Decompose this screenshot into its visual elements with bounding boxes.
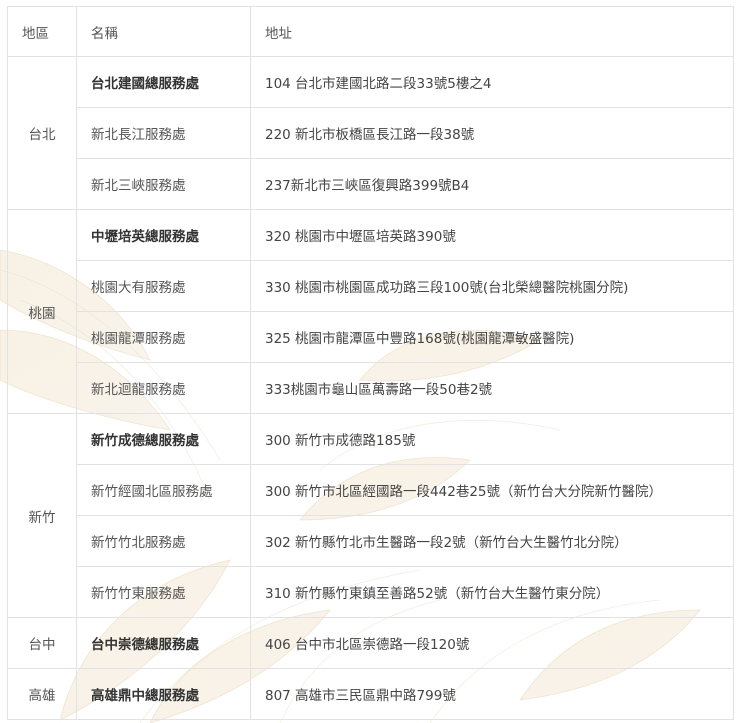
header-name: 名稱 <box>76 6 251 57</box>
office-address: 325 桃園市龍潭區中豐路168號(桃園龍潭敏盛醫院) <box>250 311 734 363</box>
office-address: 220 新北市板橋區長江路一段38號 <box>250 107 734 159</box>
table-row: 新北三峽服務處 237新北市三峽區復興路399號B4 <box>8 158 734 210</box>
service-locations-table: 地區 名稱 地址 台北 台北建國總服務處 104 台北市建國北路二段33號5樓之… <box>7 6 734 720</box>
office-address: 300 新竹市成德路185號 <box>250 413 734 465</box>
table-row: 台中 台中崇德總服務處 406 台中市北區崇德路一段120號 <box>7 617 734 669</box>
table-header-row: 地區 名稱 地址 <box>7 6 734 57</box>
office-address: 333桃園市龜山區萬壽路一段50巷2號 <box>250 362 734 414</box>
region-cell-taipei: 台北 <box>7 56 77 210</box>
table-row: 桃園 中壢培英總服務處 320 桃園市中壢區培英路390號 <box>7 209 734 414</box>
table-row: 桃園龍潭服務處 325 桃園市龍潭區中豐路168號(桃園龍潭敏盛醫院) <box>8 311 734 363</box>
office-name: 新竹竹北服務處 <box>76 515 251 567</box>
office-address: 300 新竹市北區經國路一段442巷25號（新竹台大分院新竹醫院） <box>250 464 734 516</box>
region-cell-taichung: 台中 <box>7 617 77 669</box>
table-row: 台北 台北建國總服務處 104 台北市建國北路二段33號5樓之4 <box>7 56 734 210</box>
office-name: 桃園大有服務處 <box>76 260 251 312</box>
office-name: 台北建國總服務處 <box>76 56 251 108</box>
region-cell-hsinchu: 新竹 <box>7 413 77 618</box>
office-address: 302 新竹縣竹北市生醫路一段2號（新竹台大生醫竹北分院） <box>250 515 734 567</box>
office-name: 台中崇德總服務處 <box>76 617 251 669</box>
region-cell-taoyuan: 桃園 <box>7 209 77 414</box>
office-address: 104 台北市建國北路二段33號5樓之4 <box>250 56 734 108</box>
table-row: 新北長江服務處 220 新北市板橋區長江路一段38號 <box>8 107 734 159</box>
table-row: 新竹經國北區服務處 300 新竹市北區經國路一段442巷25號（新竹台大分院新竹… <box>8 464 734 516</box>
office-address: 330 桃園市桃園區成功路三段100號(台北榮總醫院桃園分院) <box>250 260 734 312</box>
office-address: 237新北市三峽區復興路399號B4 <box>250 158 734 210</box>
table-row: 新竹竹北服務處 302 新竹縣竹北市生醫路一段2號（新竹台大生醫竹北分院） <box>8 515 734 567</box>
office-address: 310 新竹縣竹東鎮至善路52號（新竹台大生醫竹東分院） <box>250 566 734 618</box>
office-address: 406 台中市北區崇德路一段120號 <box>250 617 734 669</box>
table-row: 新竹竹東服務處 310 新竹縣竹東鎮至善路52號（新竹台大生醫竹東分院） <box>8 566 734 618</box>
office-name: 高雄鼎中總服務處 <box>76 668 251 720</box>
table-row: 桃園大有服務處 330 桃園市桃園區成功路三段100號(台北榮總醫院桃園分院) <box>8 260 734 312</box>
office-name: 新北迴龍服務處 <box>76 362 251 414</box>
table-row: 新竹 新竹成德總服務處 300 新竹市成德路185號 <box>7 413 734 618</box>
table-row: 高雄 高雄鼎中總服務處 807 高雄市三民區鼎中路799號 <box>7 668 734 720</box>
office-name: 新竹成德總服務處 <box>76 413 251 465</box>
table-row: 新北迴龍服務處 333桃園市龜山區萬壽路一段50巷2號 <box>8 362 734 414</box>
office-name: 新竹經國北區服務處 <box>76 464 251 516</box>
region-cell-kaohsiung: 高雄 <box>7 668 77 720</box>
header-region: 地區 <box>7 6 77 57</box>
office-name: 桃園龍潭服務處 <box>76 311 251 363</box>
office-name: 新北三峽服務處 <box>76 158 251 210</box>
header-address: 地址 <box>250 6 734 57</box>
office-name: 新竹竹東服務處 <box>76 566 251 618</box>
office-name: 中壢培英總服務處 <box>76 209 251 261</box>
office-name: 新北長江服務處 <box>76 107 251 159</box>
office-address: 807 高雄市三民區鼎中路799號 <box>250 668 734 720</box>
office-address: 320 桃園市中壢區培英路390號 <box>250 209 734 261</box>
